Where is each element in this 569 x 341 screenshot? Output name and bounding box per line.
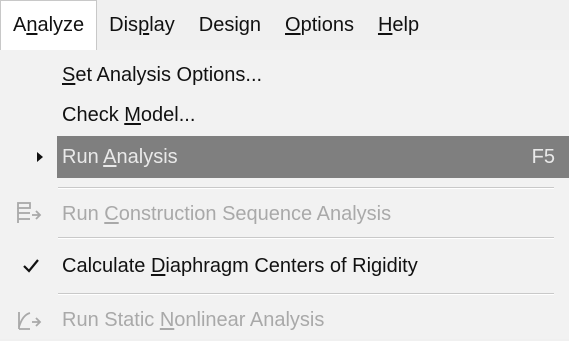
- menu-item-run-static-nonlinear-analysis[interactable]: Run Static Nonlinear Analysis: [0, 299, 569, 341]
- menu-help-label: Help: [377, 13, 420, 36]
- menu-item-label: Set Analysis Options...: [62, 63, 263, 86]
- menu-separator: [58, 293, 554, 295]
- menu-item-label: Run Static Nonlinear Analysis: [62, 308, 325, 331]
- menu-analyze-label: Analyze: [13, 14, 85, 36]
- menu-display-label: Display: [109, 13, 175, 36]
- menu-item-calculate-diaphragm-centers[interactable]: Calculate Diaphragm Centers of Rigidity: [0, 244, 569, 288]
- menu-item-run-analysis[interactable]: Run Analysis F5: [57, 136, 569, 178]
- menu-analyze[interactable]: Analyze: [0, 0, 98, 50]
- analyze-dropdown-menu: Set Analysis Options... Check Model... R…: [0, 50, 569, 339]
- menu-item-run-construction-sequence-analysis[interactable]: Run Construction Sequence Analysis: [0, 193, 569, 235]
- menu-separator: [58, 237, 554, 239]
- menu-item-label: Calculate Diaphragm Centers of Rigidity: [62, 254, 418, 277]
- menu-options[interactable]: Options: [273, 0, 366, 50]
- menu-help[interactable]: Help: [366, 0, 431, 50]
- submenu-arrow-icon: [30, 146, 50, 168]
- menu-item-check-model[interactable]: Check Model...: [0, 95, 569, 135]
- menu-design-label: Design: [198, 13, 262, 36]
- shortcut-label: F5: [531, 145, 555, 168]
- menu-display[interactable]: Display: [97, 0, 187, 50]
- menu-design[interactable]: Design: [187, 0, 273, 50]
- menu-item-label: Check Model...: [62, 103, 196, 126]
- menu-separator: [58, 187, 554, 189]
- menu-item-label: Run Construction Sequence Analysis: [62, 202, 392, 225]
- menu-options-label: Options: [285, 13, 354, 36]
- menu-item-set-analysis-options[interactable]: Set Analysis Options...: [0, 55, 569, 95]
- menu-bar: Analyze Display Design Options Help: [0, 0, 569, 51]
- menu-item-label: Run Analysis: [62, 145, 178, 168]
